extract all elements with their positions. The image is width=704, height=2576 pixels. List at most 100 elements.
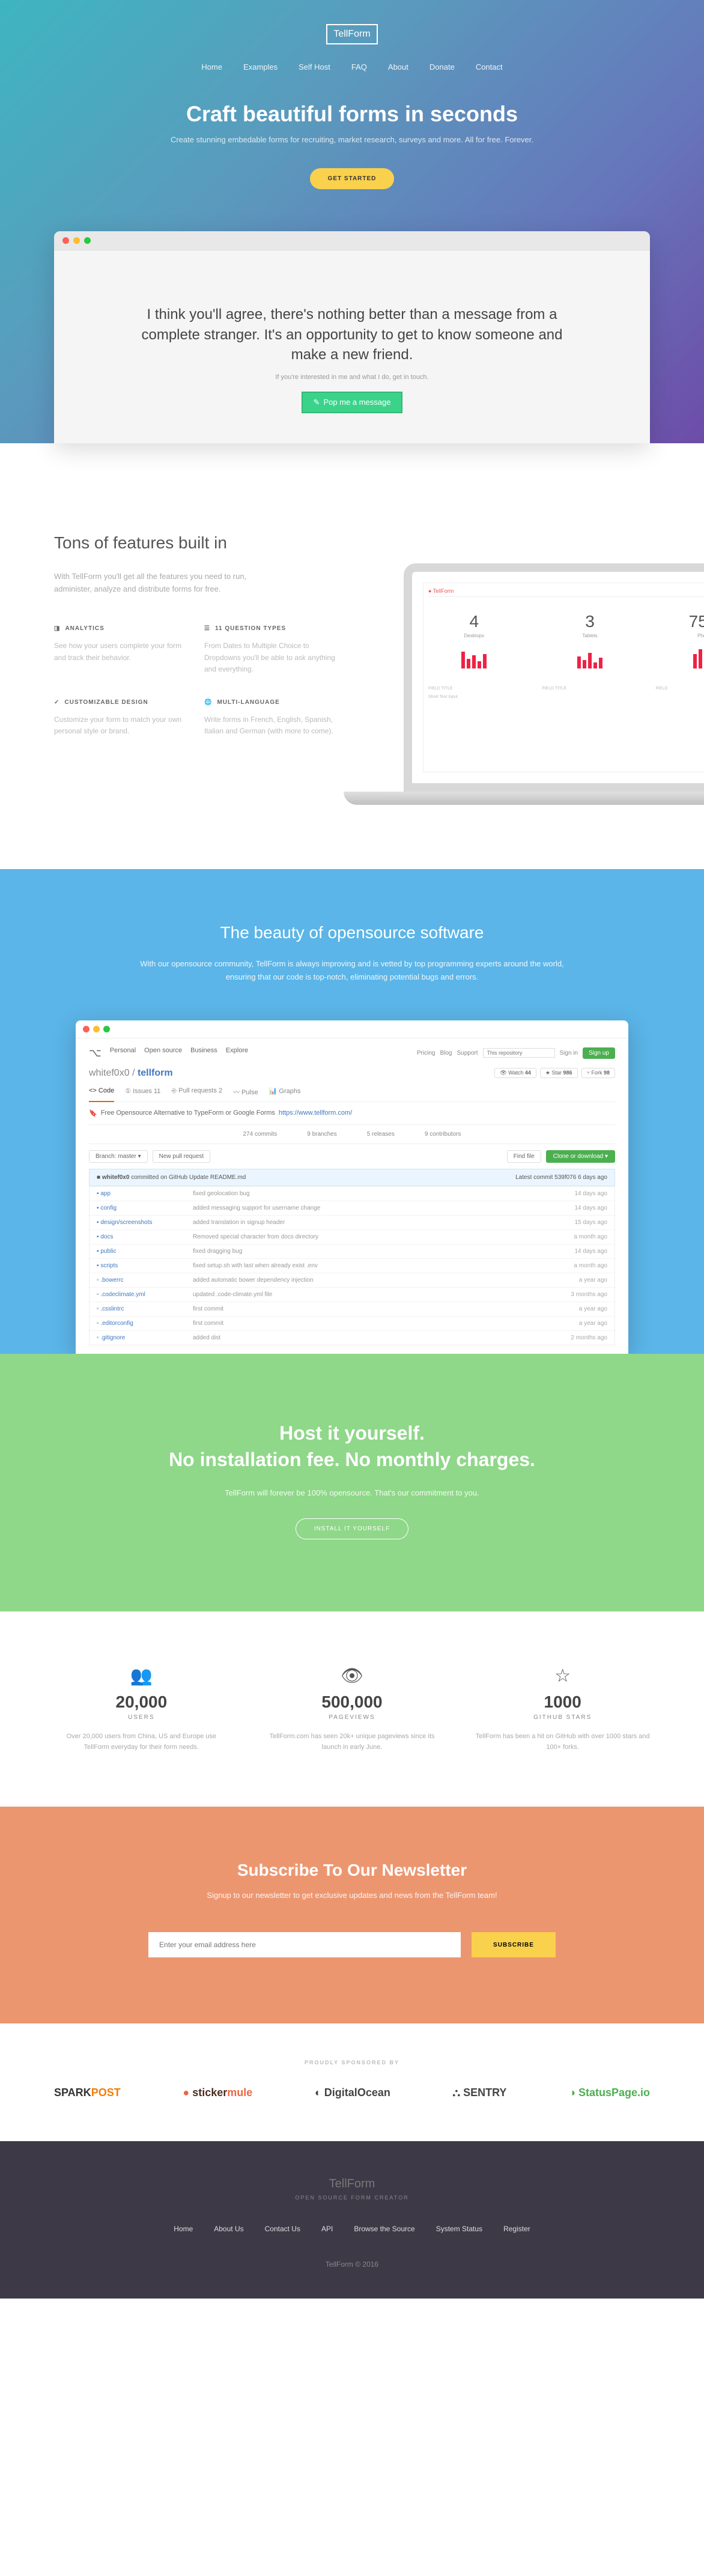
gh-url[interactable]: https://www.tellform.com/ bbox=[279, 1109, 352, 1117]
feature-design: ✓CUSTOMIZABLE DESIGN Customize your form… bbox=[54, 699, 186, 737]
minimize-dot-icon bbox=[73, 237, 80, 244]
check-icon: ✓ bbox=[54, 699, 59, 706]
sponsor-sparkpost[interactable]: SPARKPOST bbox=[54, 2087, 121, 2099]
gh-signup[interactable]: Sign up bbox=[583, 1047, 615, 1059]
minimize-dot-icon bbox=[93, 1026, 100, 1032]
pencil-icon: ✎ bbox=[314, 398, 320, 407]
hero-section: TellForm Home Examples Self Host FAQ Abo… bbox=[0, 0, 704, 443]
laptop-base bbox=[344, 792, 704, 805]
install-button[interactable]: INSTALL IT YOURSELF bbox=[296, 1518, 408, 1539]
gh-description: 🔖 Free Opensource Alternative to TypeFor… bbox=[89, 1102, 615, 1124]
gh-file-row[interactable]: ▫ .gitignoreadded dist2 months ago bbox=[90, 1330, 614, 1345]
footer-nav-status[interactable]: System Status bbox=[436, 2225, 482, 2233]
get-started-button[interactable]: GET STARTED bbox=[310, 168, 395, 189]
gh-signin[interactable]: Sign in bbox=[560, 1050, 578, 1056]
opensource-desc: With our opensource community, TellForm … bbox=[136, 957, 568, 984]
footer-nav-api[interactable]: API bbox=[321, 2225, 333, 2233]
nav-donate[interactable]: Donate bbox=[429, 62, 455, 71]
nav-contact[interactable]: Contact bbox=[476, 62, 503, 71]
gh-pricing[interactable]: Pricing bbox=[417, 1050, 435, 1056]
gh-nav-opensource[interactable]: Open source bbox=[144, 1047, 182, 1059]
zoom-dot-icon bbox=[103, 1026, 110, 1032]
sponsor-stickermule[interactable]: ● stickermule bbox=[183, 2087, 252, 2099]
logo[interactable]: TellForm bbox=[326, 24, 377, 44]
newsletter-section: Subscribe To Our Newsletter Signup to ou… bbox=[0, 1807, 704, 2023]
gh-contributors[interactable]: 9 contributors bbox=[425, 1131, 461, 1138]
newsletter-title: Subscribe To Our Newsletter bbox=[0, 1861, 704, 1880]
gh-find-file-button[interactable]: Find file bbox=[507, 1150, 541, 1163]
gh-tab-issues[interactable]: ① Issues 11 bbox=[125, 1087, 160, 1097]
list-icon: ☰ bbox=[204, 625, 210, 632]
gh-watch[interactable]: 👁 Watch 44 bbox=[494, 1068, 536, 1078]
sponsor-digitalocean[interactable]: ◐ DigitalOcean bbox=[315, 2087, 390, 2099]
email-input[interactable] bbox=[148, 1932, 461, 1957]
gh-file-row[interactable]: ▫ .bowerrcadded automatic bower dependen… bbox=[90, 1273, 614, 1287]
nav-about[interactable]: About bbox=[388, 62, 408, 71]
sponsors-section: PROUDLY SPONSORED BY SPARKPOST ● sticker… bbox=[0, 2023, 704, 2141]
selfhost-section: Host it yourself. No installation fee. N… bbox=[0, 1354, 704, 1612]
gh-blog[interactable]: Blog bbox=[440, 1050, 452, 1056]
gh-titlebar bbox=[76, 1020, 628, 1038]
gh-tab-graphs[interactable]: 📊 Graphs bbox=[269, 1087, 301, 1097]
stat-pageviews: 👁 500,000 PAGEVIEWS TellForm.com has see… bbox=[265, 1665, 440, 1753]
sponsor-statuspage[interactable]: ◑ StatusPage.io bbox=[569, 2087, 650, 2099]
gh-file-row[interactable]: ▪ scriptsfixed setup.sh with last when a… bbox=[90, 1258, 614, 1273]
gh-tab-pr[interactable]: ⎆ Pull requests 2 bbox=[171, 1087, 222, 1097]
selfhost-desc: TellForm will forever be 100% opensource… bbox=[0, 1488, 704, 1497]
nav-home[interactable]: Home bbox=[201, 62, 222, 71]
gh-branch-button[interactable]: Branch: master ▾ bbox=[89, 1150, 148, 1163]
window-titlebar bbox=[54, 231, 650, 250]
gh-file-row[interactable]: ▫ .codeclimate.ymlupdated .code-climate.… bbox=[90, 1287, 614, 1302]
gh-nav-explore[interactable]: Explore bbox=[226, 1047, 248, 1059]
footer-nav-contact[interactable]: Contact Us bbox=[265, 2225, 300, 2233]
demo-window-wrap: I think you'll agree, there's nothing be… bbox=[0, 231, 704, 443]
demo-sub: If you're interested in me and what I do… bbox=[126, 374, 578, 381]
nav-faq[interactable]: FAQ bbox=[351, 62, 367, 71]
gh-fork[interactable]: ⑂ Fork 98 bbox=[581, 1068, 615, 1078]
hero-title: Craft beautiful forms in seconds bbox=[0, 102, 704, 127]
gh-nav-personal[interactable]: Personal bbox=[110, 1047, 136, 1059]
gh-commits[interactable]: 274 commits bbox=[243, 1131, 278, 1138]
features-section: Tons of features built in With TellForm … bbox=[0, 443, 704, 870]
gh-file-row[interactable]: ▫ .csslintrcfirst commita year ago bbox=[90, 1302, 614, 1316]
footer-nav-about[interactable]: About Us bbox=[214, 2225, 243, 2233]
opensource-title: The beauty of opensource software bbox=[54, 923, 650, 942]
gh-new-pr-button[interactable]: New pull request bbox=[153, 1150, 210, 1163]
stat-users: 👥 20,000 USERS Over 20,000 users from Ch… bbox=[54, 1665, 229, 1753]
gh-file-row[interactable]: ▫ .editorconfigfirst commita year ago bbox=[90, 1316, 614, 1330]
github-window: ⌥ Personal Open source Business Explore … bbox=[76, 1020, 628, 1354]
gh-tab-code[interactable]: <> Code bbox=[89, 1087, 114, 1102]
gh-branches[interactable]: 9 branches bbox=[307, 1131, 336, 1138]
gh-file-row[interactable]: ▪ design/screenshotsadded translation in… bbox=[90, 1215, 614, 1229]
gh-file-row[interactable]: ▪ configadded messaging support for user… bbox=[90, 1201, 614, 1215]
gh-star[interactable]: ★ Star 986 bbox=[540, 1068, 578, 1078]
subscribe-button[interactable]: SUBSCRIBE bbox=[472, 1932, 556, 1957]
footer-nav-source[interactable]: Browse the Source bbox=[354, 2225, 414, 2233]
gh-repo-title[interactable]: whitef0x0 / tellform bbox=[89, 1068, 173, 1079]
gh-file-row[interactable]: ▪ appfixed geolocation bug14 days ago bbox=[90, 1186, 614, 1201]
nav-examples[interactable]: Examples bbox=[243, 62, 278, 71]
gh-support[interactable]: Support bbox=[457, 1050, 478, 1056]
footer-brand: TellForm bbox=[0, 2177, 704, 2191]
stats-section: 👥 20,000 USERS Over 20,000 users from Ch… bbox=[0, 1611, 704, 1807]
gh-file-row[interactable]: ▪ publicfixed dragging bug14 days ago bbox=[90, 1244, 614, 1258]
sponsor-sentry[interactable]: ⛬ SENTRY bbox=[452, 2087, 506, 2099]
feature-multilang: 🌐MULTI-LANGUAGE Write forms in French, E… bbox=[204, 699, 336, 737]
pop-message-button[interactable]: ✎ Pop me a message bbox=[302, 392, 403, 413]
laptop-mockup: ● TellForm 4Desktops 3Tablets 75%Phones … bbox=[404, 563, 704, 792]
footer-nav-home[interactable]: Home bbox=[174, 2225, 193, 2233]
gh-releases[interactable]: 5 releases bbox=[367, 1131, 395, 1138]
dashboard-screenshot: ● TellForm 4Desktops 3Tablets 75%Phones … bbox=[423, 583, 704, 772]
nav-selfhost[interactable]: Self Host bbox=[299, 62, 330, 71]
close-dot-icon bbox=[62, 237, 69, 244]
gh-tab-pulse[interactable]: 〰 Pulse bbox=[233, 1087, 258, 1097]
gh-search-input[interactable] bbox=[483, 1048, 555, 1058]
footer-nav-register[interactable]: Register bbox=[503, 2225, 530, 2233]
gh-nav-business[interactable]: Business bbox=[190, 1047, 217, 1059]
sponsor-logos: SPARKPOST ● stickermule ◐ DigitalOcean ⛬… bbox=[54, 2087, 650, 2099]
gh-file-row[interactable]: ▪ docsRemoved special character from doc… bbox=[90, 1229, 614, 1244]
gh-clone-button[interactable]: Clone or download ▾ bbox=[546, 1150, 615, 1163]
opensource-section: The beauty of opensource software With o… bbox=[0, 869, 704, 1353]
main-nav: Home Examples Self Host FAQ About Donate… bbox=[0, 62, 704, 71]
globe-icon: 🌐 bbox=[204, 699, 212, 706]
